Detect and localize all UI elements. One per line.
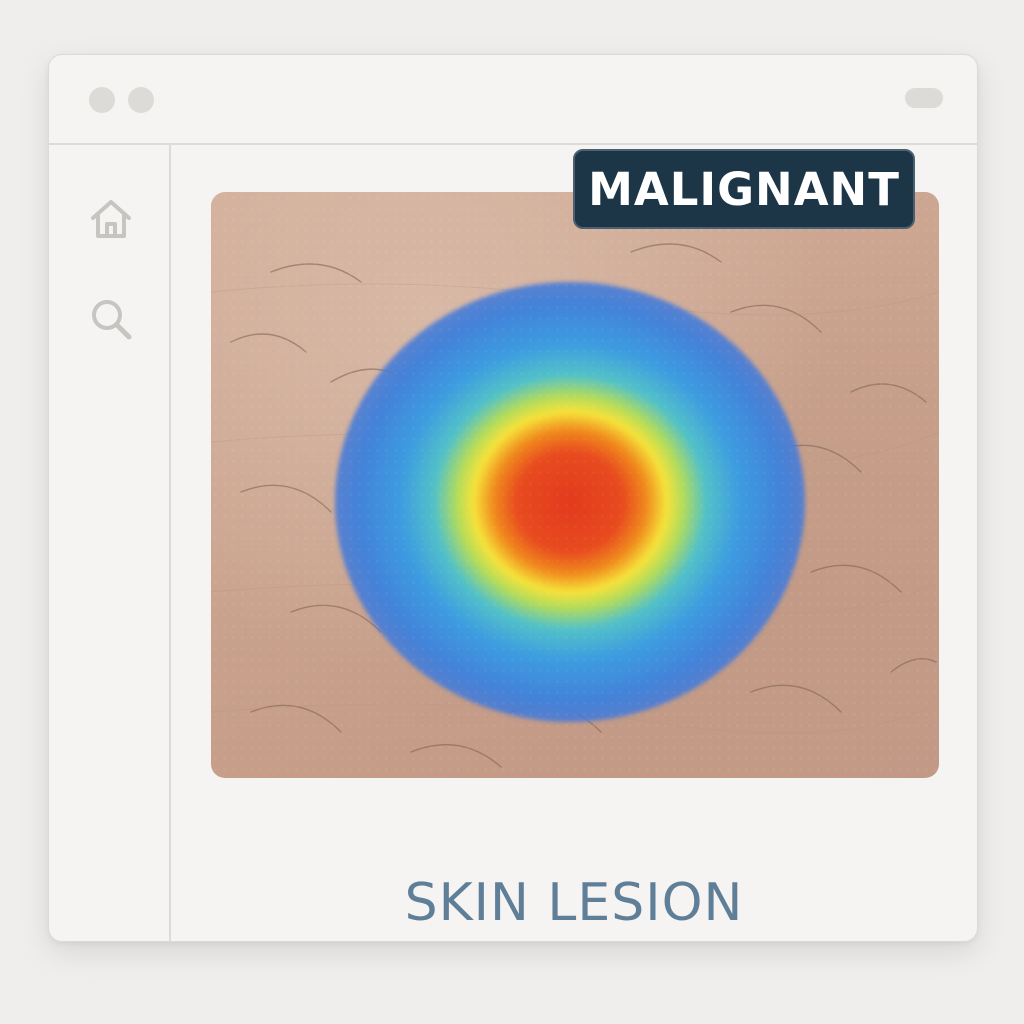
window-control-dot[interactable] <box>89 87 115 113</box>
image-caption: SKIN LESION <box>404 873 744 933</box>
window-control-dot[interactable] <box>128 87 154 113</box>
sidebar <box>49 145 171 941</box>
main-content: MALIGNANT SKIN LESION <box>171 145 977 941</box>
skin-heatmap-image <box>211 192 939 778</box>
heatmap-speckle <box>211 192 939 778</box>
search-icon[interactable] <box>87 295 135 343</box>
app-window: MALIGNANT SKIN LESION <box>48 54 978 942</box>
title-bar <box>49 55 977 145</box>
home-icon[interactable] <box>87 195 135 243</box>
window-menu-pill[interactable] <box>905 88 943 108</box>
prediction-badge: MALIGNANT <box>573 149 915 229</box>
